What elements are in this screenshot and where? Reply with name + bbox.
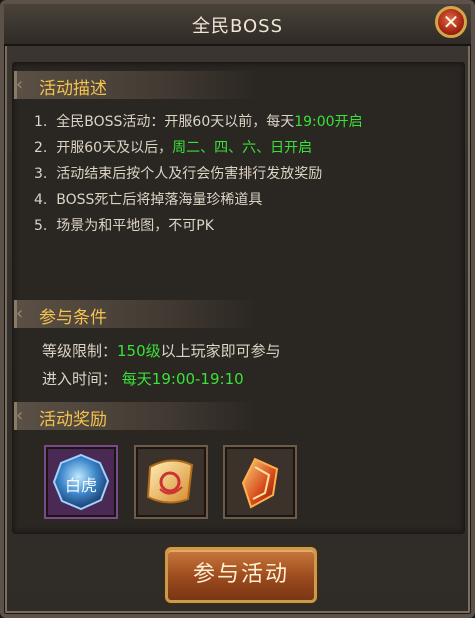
boss-event-panel: 全民BOSS ✕ ‹ 活动描述 1. 全民BOSS活动：开服60天以前，每天19… [0, 0, 475, 618]
reward-slot-3[interactable] [223, 445, 297, 519]
section-header-rewards: ‹ 活动奖励 [14, 402, 257, 430]
section-title: 参与条件 [39, 308, 107, 328]
level-requirement: 等级限制：150级以上玩家即可参与 [42, 340, 281, 361]
window-title: 全民BOSS [191, 16, 284, 37]
chevron-icon: ‹ [16, 405, 24, 426]
item-text: BOSS死亡后将掉落海量珍稀道具 [56, 192, 263, 208]
item-text: 全民BOSS活动：开服60天以前，每天 [56, 114, 295, 130]
item-highlight: 周二、四、六、日开启 [172, 140, 313, 156]
chevron-icon: ‹ [16, 74, 24, 95]
section-header-conditions: ‹ 参与条件 [14, 300, 257, 328]
reward-slot-1[interactable]: 白虎 [44, 445, 118, 519]
time-value: 每天19:00-19:10 [121, 370, 244, 388]
item-text: 活动结束后按个人及行会伤害排行发放奖励 [56, 166, 323, 182]
scroll-icon [146, 459, 194, 504]
orb-text: 白虎 [65, 476, 97, 495]
list-item: 1. 全民BOSS活动：开服60天以前，每天19:00开启 [34, 109, 454, 135]
join-event-button[interactable]: 参与活动 [165, 547, 317, 603]
section-header-description: ‹ 活动描述 [14, 71, 257, 99]
level-label: 等级限制： [42, 342, 118, 360]
level-tail: 以上玩家即可参与 [160, 342, 281, 360]
white-tiger-orb-icon: 白虎 [52, 453, 110, 511]
description-list: 1. 全民BOSS活动：开服60天以前，每天19:00开启 2. 开服60天及以… [34, 109, 454, 239]
close-icon: ✕ [442, 10, 460, 34]
list-item: 5. 场景为和平地图，不可PK [34, 213, 454, 239]
item-text: 开服60天及以后， [56, 140, 173, 156]
item-highlight: 19:00开启 [294, 114, 363, 130]
item-number: 5. [34, 218, 48, 234]
shield-icon [241, 457, 279, 509]
list-item: 4. BOSS死亡后将掉落海量珍稀道具 [34, 187, 454, 213]
reward-slot-2[interactable] [134, 445, 208, 519]
level-value: 150级 [117, 342, 161, 360]
item-number: 1. [34, 114, 48, 130]
list-item: 3. 活动结束后按个人及行会伤害排行发放奖励 [34, 161, 454, 187]
item-number: 3. [34, 166, 48, 182]
section-title: 活动描述 [39, 79, 107, 99]
section-title: 活动奖励 [39, 410, 107, 430]
list-item: 2. 开服60天及以后，周二、四、六、日开启 [34, 135, 454, 161]
item-text: 场景为和平地图，不可PK [56, 218, 214, 234]
item-number: 2. [34, 140, 48, 156]
item-number: 4. [34, 192, 48, 208]
chevron-icon: ‹ [16, 303, 24, 324]
entry-time: 进入时间： 每天19:00-19:10 [42, 368, 244, 389]
title-bar: 全民BOSS ✕ [4, 4, 471, 46]
close-button[interactable]: ✕ [435, 6, 467, 38]
time-label: 进入时间： [42, 370, 118, 388]
